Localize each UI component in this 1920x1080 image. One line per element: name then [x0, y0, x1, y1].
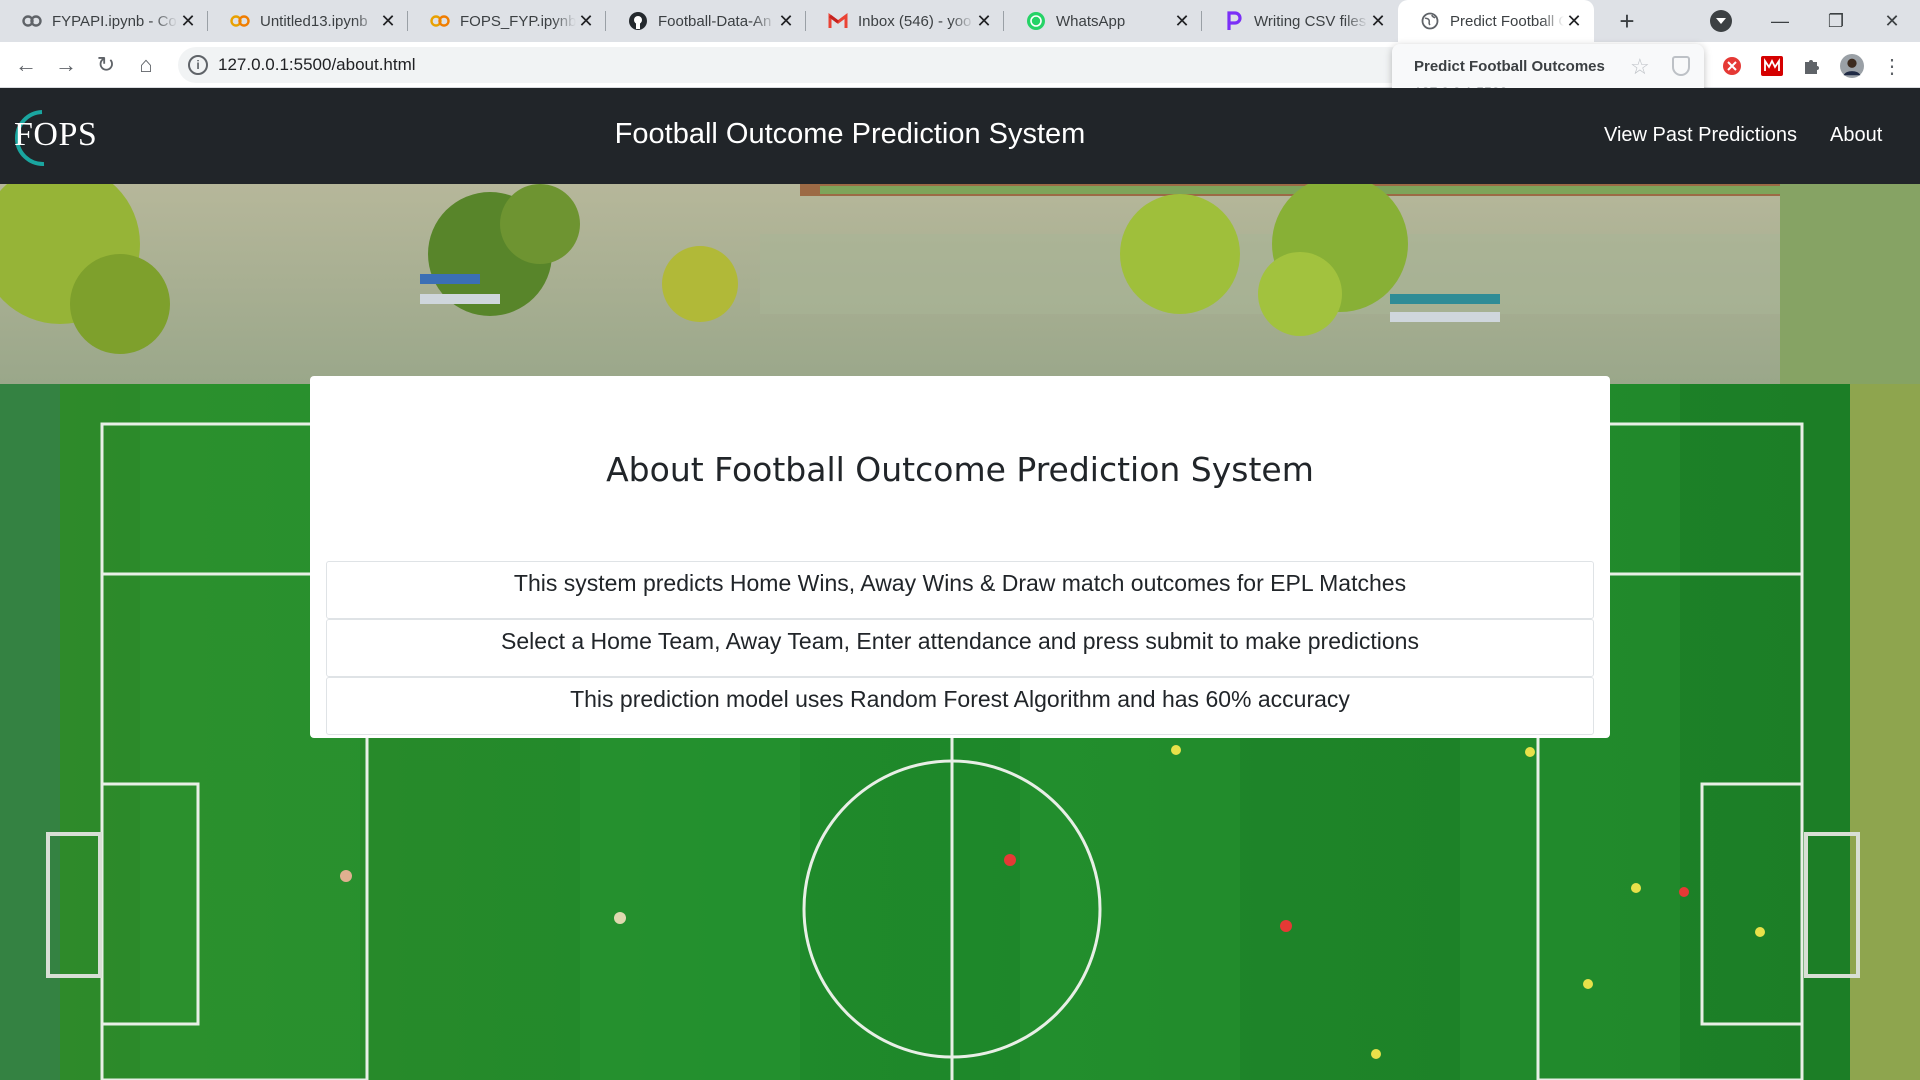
- home-icon[interactable]: ⌂: [130, 49, 162, 81]
- url-text[interactable]: 127.0.0.1:5500/about.html: [218, 55, 416, 75]
- browser-tab[interactable]: FYPAPI.ipynb - Co ✕: [0, 0, 208, 42]
- close-icon[interactable]: ✕: [974, 11, 994, 31]
- reload-icon[interactable]: ↻: [90, 49, 122, 81]
- close-icon[interactable]: ✕: [378, 11, 398, 31]
- tab-title: WhatsApp: [1056, 12, 1126, 30]
- tab-title: FYPAPI.ipynb - Co: [52, 12, 177, 30]
- profile-avatar[interactable]: [1840, 54, 1864, 78]
- whatsapp-icon: [1026, 11, 1046, 31]
- site-info-icon[interactable]: i: [188, 55, 208, 75]
- colab-icon: [230, 11, 250, 31]
- browser-tab[interactable]: Untitled13.ipynb ✕: [208, 0, 408, 42]
- tab-title: Untitled13.ipynb: [260, 12, 368, 30]
- browser-tab[interactable]: Inbox (546) - yoo ✕: [806, 0, 1004, 42]
- about-card: About Football Outcome Prediction System…: [310, 376, 1610, 738]
- site-title: Football Outcome Prediction System: [614, 118, 1086, 150]
- nav-link-about[interactable]: About: [1830, 124, 1882, 147]
- logo-text: FOPS: [14, 116, 98, 153]
- close-icon[interactable]: ✕: [1564, 11, 1584, 31]
- nav-link-view-past-predictions[interactable]: View Past Predictions: [1604, 124, 1797, 147]
- close-icon[interactable]: ✕: [776, 11, 796, 31]
- tab-title: Predict Football C: [1450, 12, 1564, 30]
- about-item: This prediction model uses Random Forest…: [326, 677, 1594, 735]
- menu-kebab-icon[interactable]: ⋮: [1880, 54, 1904, 78]
- about-item: This system predicts Home Wins, Away Win…: [326, 561, 1594, 619]
- colab-icon: [430, 11, 450, 31]
- gmail-icon: [828, 11, 848, 31]
- minimize-icon[interactable]: —: [1752, 0, 1808, 42]
- fops-logo[interactable]: FOPS: [14, 106, 98, 168]
- p-icon: [1224, 11, 1244, 31]
- globe-icon: [1420, 11, 1440, 31]
- tab-title: Inbox (546) - yoo: [858, 12, 972, 30]
- restore-icon[interactable]: ❐: [1808, 0, 1864, 42]
- bookmark-star-icon[interactable]: ☆: [1630, 54, 1650, 80]
- colab-icon: [22, 11, 42, 31]
- browser-tab[interactable]: Football-Data-An ✕: [606, 0, 806, 42]
- browser-tab-active[interactable]: Predict Football C ✕: [1398, 0, 1594, 42]
- close-icon[interactable]: ✕: [576, 11, 596, 31]
- close-icon[interactable]: ✕: [1172, 11, 1192, 31]
- close-icon[interactable]: ✕: [1368, 11, 1388, 31]
- extensions-puzzle-icon[interactable]: [1800, 54, 1824, 78]
- address-bar[interactable]: i 127.0.0.1:5500/about.html: [178, 47, 1408, 83]
- tab-title: Writing CSV files: [1254, 12, 1367, 30]
- about-title: About Football Outcome Prediction System: [606, 450, 1314, 489]
- browser-tab[interactable]: FOPS_FYP.ipynb - ✕: [408, 0, 606, 42]
- window-close-icon[interactable]: ✕: [1864, 0, 1920, 42]
- close-icon[interactable]: ✕: [178, 11, 198, 31]
- extension-red-icon[interactable]: [1720, 54, 1744, 78]
- new-tab-button[interactable]: +: [1612, 6, 1642, 36]
- forward-icon[interactable]: →: [50, 49, 82, 81]
- back-icon[interactable]: ←: [10, 49, 42, 81]
- extension-monogram-icon[interactable]: [1760, 54, 1784, 78]
- hover-card-title: Predict Football Outcomes: [1414, 58, 1605, 75]
- about-item: Select a Home Team, Away Team, Enter att…: [326, 619, 1594, 677]
- github-icon: [628, 11, 648, 31]
- browser-tab[interactable]: WhatsApp ✕: [1004, 0, 1202, 42]
- shield-icon[interactable]: [1672, 56, 1690, 76]
- tab-strip: FYPAPI.ipynb - Co ✕ Untitled13.ipynb ✕ F…: [0, 0, 1920, 42]
- tab-search-icon[interactable]: [1710, 10, 1732, 32]
- tab-title: FOPS_FYP.ipynb -: [460, 12, 576, 30]
- browser-tab[interactable]: Writing CSV files ✕: [1202, 0, 1398, 42]
- tab-title: Football-Data-An: [658, 12, 772, 30]
